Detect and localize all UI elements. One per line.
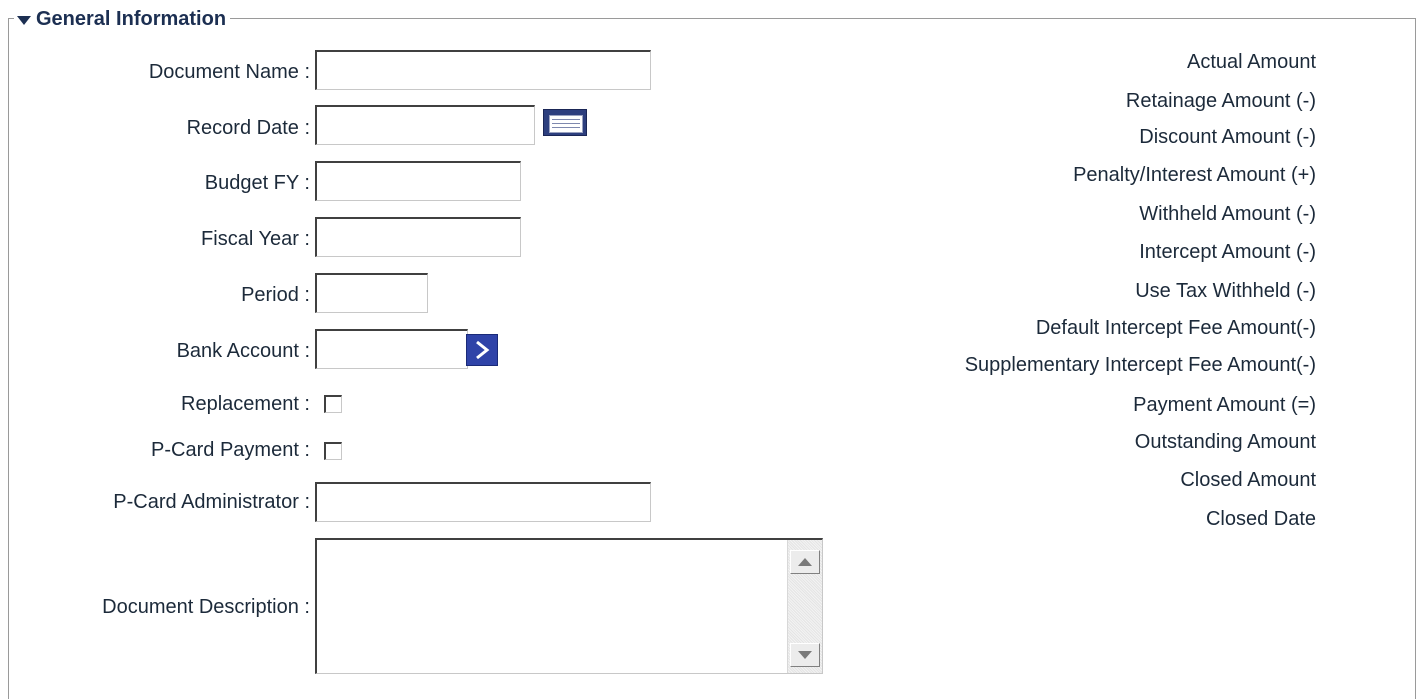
bank-account-input[interactable] xyxy=(315,329,468,369)
retainage-amount-label: Retainage Amount (-) xyxy=(1125,90,1316,112)
intercept-amount-label: Intercept Amount (-) xyxy=(1139,241,1316,263)
document-name-label: Document Name : xyxy=(148,61,310,83)
pcard-administrator-input[interactable] xyxy=(315,482,651,522)
section-header[interactable]: General Information xyxy=(14,6,231,32)
section-title: General Information xyxy=(36,7,227,30)
payment-amount-label: Payment Amount (=) xyxy=(1133,394,1316,416)
scroll-up-button[interactable] xyxy=(790,550,820,574)
period-label: Period : xyxy=(241,284,310,306)
scroll-down-button[interactable] xyxy=(790,643,820,667)
record-date-label: Record Date : xyxy=(186,117,310,139)
description-scrollbar[interactable] xyxy=(787,540,822,673)
fiscal-year-input[interactable] xyxy=(315,217,521,257)
document-description-textarea[interactable] xyxy=(315,538,823,674)
period-input[interactable] xyxy=(315,273,428,313)
arrow-up-icon xyxy=(798,558,812,566)
pcard-payment-checkbox[interactable] xyxy=(324,442,342,460)
record-date-input[interactable] xyxy=(315,105,535,145)
document-name-input[interactable] xyxy=(315,50,651,90)
default-intercept-fee-amount-label: Default Intercept Fee Amount(-) xyxy=(1035,317,1316,339)
pcard-payment-label: P-Card Payment : xyxy=(151,439,310,461)
budget-fy-input[interactable] xyxy=(315,161,521,201)
arrow-down-icon xyxy=(798,651,812,659)
closed-amount-label: Closed Amount xyxy=(1180,469,1316,491)
supplementary-intercept-fee-amount-label: Supplementary Intercept Fee Amount(-) xyxy=(964,354,1316,376)
bank-account-picker-button[interactable] xyxy=(466,334,498,366)
outstanding-amount-label: Outstanding Amount xyxy=(1134,431,1316,453)
fiscal-year-label: Fiscal Year : xyxy=(201,228,310,250)
replacement-label: Replacement : xyxy=(181,393,310,415)
actual-amount-label: Actual Amount xyxy=(1187,51,1316,73)
calendar-grid xyxy=(549,115,583,133)
discount-amount-label: Discount Amount (-) xyxy=(1139,126,1316,148)
chevron-right-icon xyxy=(476,340,490,360)
penalty-interest-amount-label: Penalty/Interest Amount (+) xyxy=(1073,164,1316,186)
triangle-down-icon[interactable] xyxy=(17,15,31,25)
budget-fy-label: Budget FY : xyxy=(204,172,310,194)
closed-date-label: Closed Date xyxy=(1205,508,1316,530)
bank-account-label: Bank Account : xyxy=(176,340,310,362)
withheld-amount-label: Withheld Amount (-) xyxy=(1139,203,1316,225)
pcard-administrator-label: P-Card Administrator : xyxy=(113,491,310,513)
use-tax-withheld-label: Use Tax Withheld (-) xyxy=(1135,280,1316,302)
document-description-label: Document Description : xyxy=(102,596,310,618)
calendar-icon[interactable] xyxy=(543,109,587,136)
replacement-checkbox[interactable] xyxy=(324,395,342,413)
